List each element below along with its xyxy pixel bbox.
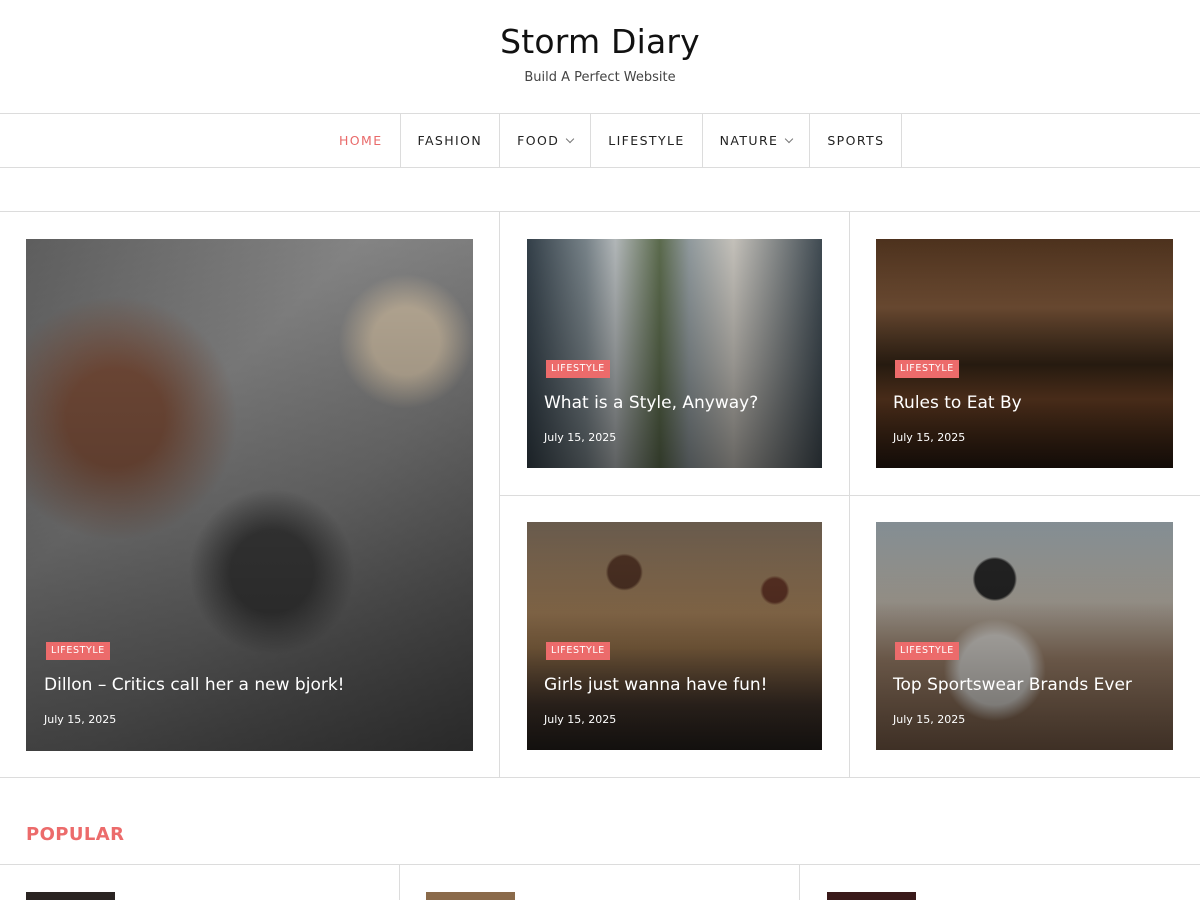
post-title[interactable]: What is a Style, Anyway? [544,393,758,413]
site-title[interactable]: Storm Diary [0,22,1200,61]
grid-divider [799,865,800,900]
featured-post-card[interactable]: LIFESTYLE Top Sportswear Brands Ever Jul… [876,522,1173,750]
nav-item-label: SPORTS [827,133,885,148]
category-badge[interactable]: LIFESTYLE [546,642,610,660]
chevron-down-icon [565,134,575,144]
popular-post-thumbnail[interactable] [827,892,916,900]
nav-item-lifestyle[interactable]: LIFESTYLE [591,114,703,167]
featured-post-card[interactable]: LIFESTYLE Girls just wanna have fun! Jul… [527,522,822,750]
popular-post-thumbnail[interactable] [26,892,115,900]
post-date: July 15, 2025 [893,713,966,726]
popular-post-thumbnail[interactable] [426,892,515,900]
featured-post-card[interactable]: LIFESTYLE Dillon – Critics call her a ne… [26,239,473,751]
featured-post-card[interactable]: LIFESTYLE What is a Style, Anyway? July … [527,239,822,468]
post-title[interactable]: Dillon – Critics call her a new bjork! [44,675,345,695]
nav-item-label: HOME [339,133,383,148]
featured-post-card[interactable]: LIFESTYLE Rules to Eat By July 15, 2025 [876,239,1173,468]
grid-divider [500,495,1200,496]
nav-item-fashion[interactable]: FASHION [401,114,501,167]
category-badge[interactable]: LIFESTYLE [46,642,110,660]
post-date: July 15, 2025 [544,713,617,726]
nav-item-label: NATURE [719,133,779,148]
nav-item-label: LIFESTYLE [608,133,685,148]
chevron-down-icon [785,134,794,144]
post-title[interactable]: Top Sportswear Brands Ever [893,675,1132,695]
main-navigation: HOME FASHION FOOD LIFESTYLE NATURE SPORT… [0,113,1200,168]
post-title[interactable]: Girls just wanna have fun! [544,675,767,695]
site-tagline: Build A Perfect Website [524,70,676,85]
featured-posts-grid: LIFESTYLE Dillon – Critics call her a ne… [0,211,1200,778]
post-date: July 15, 2025 [893,431,966,444]
popular-posts-row [0,864,1200,900]
category-badge[interactable]: LIFESTYLE [546,360,610,378]
popular-heading: POPULAR [26,824,125,845]
grid-divider [399,865,400,900]
post-date: July 15, 2025 [544,431,617,444]
post-title[interactable]: Rules to Eat By [893,393,1022,413]
nav-item-food[interactable]: FOOD [500,114,592,167]
nav-item-nature[interactable]: NATURE [703,114,811,167]
nav-item-sports[interactable]: SPORTS [810,114,903,167]
nav-item-home[interactable]: HOME [322,114,401,167]
category-badge[interactable]: LIFESTYLE [895,642,959,660]
post-date: July 15, 2025 [44,713,117,726]
nav-item-label: FASHION [417,133,483,148]
nav-list: HOME FASHION FOOD LIFESTYLE NATURE SPORT… [322,114,903,167]
site-header: Storm Diary Build A Perfect Website [0,0,1200,113]
nav-item-label: FOOD [517,133,560,148]
category-badge[interactable]: LIFESTYLE [895,360,959,378]
